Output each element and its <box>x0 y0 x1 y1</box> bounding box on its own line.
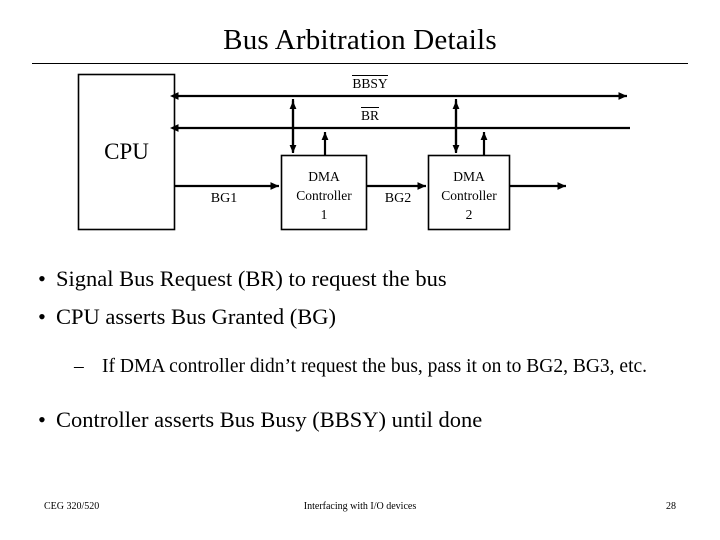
slide-footer: CEG 320/520 Interfacing with I/O devices… <box>0 496 720 518</box>
dma1-label-line-1: DMA <box>308 169 340 184</box>
bg1-label: BG1 <box>210 191 238 206</box>
bullet-marker: • <box>38 266 46 291</box>
bullet-item: • CPU asserts Bus Granted (BG) <box>0 300 720 333</box>
dma1-label-line-3: 1 <box>320 207 328 222</box>
dma2-label-line-2: Controller <box>441 188 497 203</box>
br-signal-label: BR <box>340 107 400 124</box>
sub-bullet-text: If DMA controller didn’t request the bus… <box>102 356 648 377</box>
bullet-item: • Signal Bus Request (BR) to request the… <box>0 262 720 295</box>
bullet-text: Signal Bus Request (BR) to request the b… <box>56 266 447 291</box>
dma2-label-line-3: 2 <box>465 207 473 222</box>
sub-bullet-marker: – <box>74 356 84 377</box>
bullet-text: Controller asserts Bus Busy (BBSY) until… <box>56 407 483 432</box>
sub-bullet-item: – If DMA controller didn’t request the b… <box>0 352 720 381</box>
dma-controller-1-label: DMA Controller 1 <box>281 167 367 224</box>
bg2-label: BG2 <box>384 191 412 206</box>
bullet-text: CPU asserts Bus Granted (BG) <box>56 304 336 329</box>
bullet-marker: • <box>38 304 46 329</box>
footer-page-number: 28 <box>666 501 676 512</box>
dma1-label-line-2: Controller <box>296 188 352 203</box>
slide-body: • Signal Bus Request (BR) to request the… <box>0 252 720 436</box>
br-signal-text: BR <box>360 107 379 123</box>
dma-controller-2-label: DMA Controller 2 <box>428 167 510 224</box>
bus-arbitration-diagram: CPU DMA Controller 1 DMA Controller 2 BG… <box>0 0 720 250</box>
dma2-label-line-1: DMA <box>453 169 485 184</box>
bbsy-signal-label: BBSY <box>330 75 410 92</box>
footer-topic: Interfacing with I/O devices <box>303 501 417 512</box>
bullet-item: • Controller asserts Bus Busy (BBSY) unt… <box>0 403 720 436</box>
bullet-marker: • <box>38 407 46 432</box>
bbsy-signal-text: BBSY <box>352 75 388 91</box>
cpu-label: CPU <box>104 139 149 164</box>
